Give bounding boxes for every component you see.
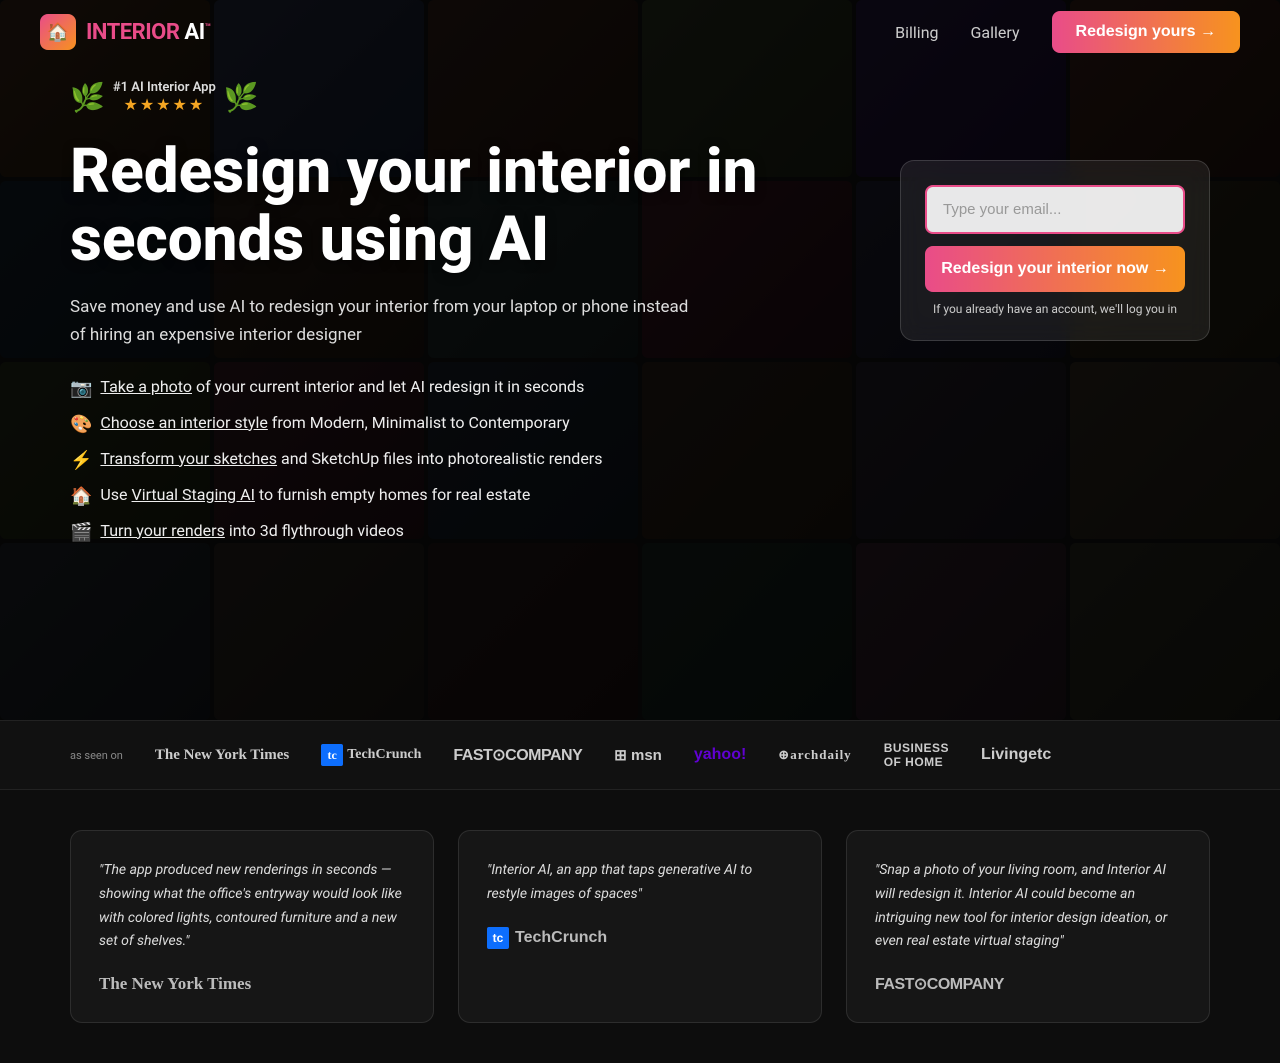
testimonial-nyt-text: "The app produced new renderings in seco… — [99, 859, 405, 954]
hero-content: 🌿 #1 AI Interior App ★★★★★ 🌿 Redesign yo… — [70, 80, 1210, 543]
logo-ai: AI — [184, 20, 204, 45]
take-photo-link[interactable]: Take a photo — [100, 377, 192, 396]
hero-subtext: Save money and use AI to redesign your i… — [70, 294, 690, 348]
feature-renders-text: Turn your renders into 3d flythrough vid… — [100, 521, 403, 540]
tc-icon: tc — [321, 744, 343, 766]
feature-photo: 📷 Take a photo of your current interior … — [70, 377, 790, 399]
feature-renders: 🎬 Turn your renders into 3d flythrough v… — [70, 521, 790, 543]
testimonial-nyt: "The app produced new renderings in seco… — [70, 830, 434, 1023]
press-techcrunch-logo: tc TechCrunch — [321, 744, 421, 766]
press-yahoo-logo: yahoo! — [694, 746, 746, 764]
logo-tm: ™ — [205, 22, 211, 33]
press-logos-container: The New York Times tc TechCrunch FAST⊙CO… — [155, 741, 1210, 769]
laurel-right-icon: 🌿 — [224, 81, 259, 114]
testimonial-fc-logo: FAST⊙COMPANY — [875, 974, 1181, 994]
press-bar: as seen on The New York Times tc TechCru… — [0, 720, 1280, 790]
email-input[interactable] — [925, 185, 1185, 234]
press-fastcompany-logo: FAST⊙COMPANY — [453, 745, 582, 765]
turn-renders-link[interactable]: Turn your renders — [100, 521, 224, 540]
testimonial-fc: "Snap a photo of your living room, and I… — [846, 830, 1210, 1023]
nav-links: Billing Gallery Redesign yours → — [895, 11, 1240, 53]
feature-photo-text: Take a photo of your current interior an… — [100, 377, 584, 396]
feature-staging: 🏠 Use Virtual Staging AI to furnish empt… — [70, 485, 790, 507]
award-badge: 🌿 #1 AI Interior App ★★★★★ 🌿 — [70, 80, 790, 114]
testimonial-tc-logo: tc TechCrunch — [487, 927, 793, 949]
renders-emoji: 🎬 — [70, 522, 92, 543]
press-livingetc-logo: Livingetc — [981, 746, 1051, 764]
logo-brand: INTERIOR — [86, 20, 179, 45]
testimonial-tc: "Interior AI, an app that taps generativ… — [458, 830, 822, 1023]
email-form-card: Redesign your interior now → If you alre… — [900, 160, 1210, 341]
staging-emoji: 🏠 — [70, 486, 92, 507]
as-seen-on-label: as seen on — [70, 749, 123, 762]
feature-style-text: Choose an interior style from Modern, Mi… — [100, 413, 569, 432]
sketches-emoji: ⚡ — [70, 450, 92, 471]
feature-sketches-text: Transform your sketches and SketchUp fil… — [100, 449, 602, 468]
choose-style-link[interactable]: Choose an interior style — [100, 413, 267, 432]
stars: ★★★★★ — [113, 95, 216, 114]
style-emoji: 🎨 — [70, 414, 92, 435]
transform-sketches-link[interactable]: Transform your sketches — [100, 449, 277, 468]
testimonials-section: "The app produced new renderings in seco… — [0, 790, 1280, 1063]
logo[interactable]: 🏠 INTERIOR AI™ — [40, 14, 210, 50]
navigation: 🏠 INTERIOR AI™ Billing Gallery Redesign … — [0, 0, 1280, 64]
award-title: #1 AI Interior App — [113, 80, 216, 95]
feature-sketches: ⚡ Transform your sketches and SketchUp f… — [70, 449, 790, 471]
nav-cta-button[interactable]: Redesign yours → — [1052, 11, 1240, 53]
feature-style: 🎨 Choose an interior style from Modern, … — [70, 413, 790, 435]
testimonial-tc-text: "Interior AI, an app that taps generativ… — [487, 859, 793, 907]
logo-text: INTERIOR AI™ — [86, 20, 210, 45]
press-nyt-logo: The New York Times — [155, 747, 289, 764]
hero-headline: Redesign your interior in seconds using … — [70, 138, 790, 274]
press-boh-logo: BUSINESSOF HOME — [884, 741, 949, 769]
feature-staging-text: Use Virtual Staging AI to furnish empty … — [100, 485, 530, 504]
virtual-staging-link[interactable]: Virtual Staging AI — [132, 485, 255, 504]
award-text: #1 AI Interior App ★★★★★ — [113, 80, 216, 114]
testimonial-fc-text: "Snap a photo of your living room, and I… — [875, 859, 1181, 954]
gallery-link[interactable]: Gallery — [971, 23, 1020, 42]
hero-left: 🌿 #1 AI Interior App ★★★★★ 🌿 Redesign yo… — [70, 80, 790, 543]
press-msn-logo: ⊞ msn — [614, 746, 662, 764]
tc-text: TechCrunch — [347, 747, 421, 763]
hero-section: 🌿 #1 AI Interior App ★★★★★ 🌿 Redesign yo… — [0, 0, 1280, 720]
photo-emoji: 📷 — [70, 378, 92, 399]
form-note: If you already have an account, we'll lo… — [925, 302, 1185, 316]
redesign-cta-button[interactable]: Redesign your interior now → — [925, 246, 1185, 292]
tc-square-icon: tc — [487, 927, 509, 949]
press-archdaily-logo: ⊕archdaily — [778, 747, 851, 763]
billing-link[interactable]: Billing — [895, 23, 938, 42]
testimonial-nyt-logo: The New York Times — [99, 974, 405, 994]
laurel-left-icon: 🌿 — [70, 81, 105, 114]
feature-list: 📷 Take a photo of your current interior … — [70, 377, 790, 543]
logo-icon: 🏠 — [40, 14, 76, 50]
